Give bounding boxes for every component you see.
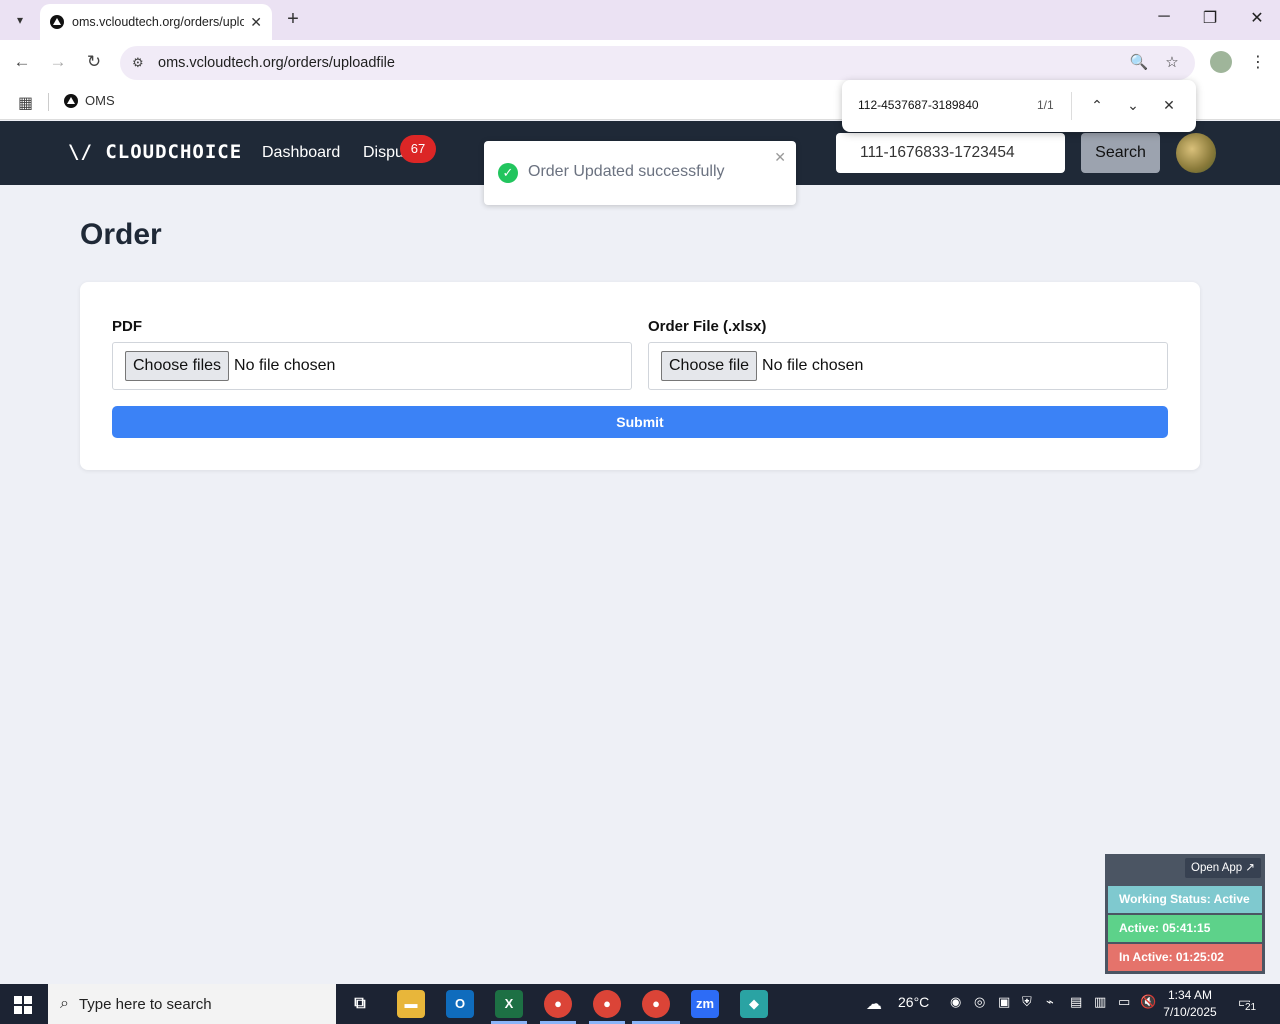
minimize-icon[interactable]: ─ — [1152, 8, 1176, 26]
pdf-choose-files-button[interactable]: Choose files — [125, 351, 230, 381]
outlook-icon[interactable]: O — [446, 990, 474, 1018]
tab-strip: ▾ oms.vcloudtech.org/orders/uplo ✕ + ─ ❐… — [0, 0, 1280, 40]
browser-toolbar: ← → ↻ ⚙ oms.vcloudtech.org/orders/upload… — [0, 40, 1280, 85]
user-avatar[interactable] — [1176, 133, 1216, 173]
chrome-profile-1-icon[interactable]: ● — [544, 990, 572, 1018]
browser-tab[interactable]: oms.vcloudtech.org/orders/uplo ✕ — [40, 4, 272, 40]
submit-button[interactable]: Submit — [112, 406, 1168, 438]
nav-disputes[interactable]: Dispu — [363, 144, 404, 162]
upload-card: PDF Choose files No file chosen Order Fi… — [80, 282, 1200, 470]
active-time: Active: 05:41:15 — [1108, 915, 1262, 942]
chrome-active-icon[interactable]: ● — [642, 990, 670, 1018]
open-app-button[interactable]: Open App ↗ — [1185, 858, 1261, 878]
order-choose-file-button[interactable]: Choose file — [661, 351, 758, 381]
task-view-icon[interactable]: ⧉ — [346, 990, 374, 1018]
clock-time: 1:34 AM — [1167, 988, 1213, 1002]
find-in-page-icon[interactable]: 🔍 — [1128, 52, 1150, 74]
windows-start-icon[interactable] — [14, 996, 32, 1014]
chrome-profile-2-icon[interactable]: ● — [593, 990, 621, 1018]
tab-search-icon[interactable]: ▾ — [8, 8, 32, 32]
find-next-icon[interactable]: ⌄ — [1122, 94, 1144, 116]
tray-network-shield-icon[interactable]: ⛨ — [1022, 994, 1032, 1010]
page-title: Order — [80, 218, 162, 251]
profile-avatar[interactable] — [1210, 51, 1232, 73]
new-tab-icon[interactable]: + — [282, 8, 304, 30]
weather-icon[interactable]: ☁ — [866, 994, 882, 1014]
toast-message: Order Updated successfully — [528, 163, 725, 180]
forward-icon[interactable]: → — [46, 50, 70, 74]
bookmark-label: OMS — [85, 93, 115, 108]
tray-chrome-icon[interactable]: ◉ — [950, 994, 961, 1010]
tray-zoom-icon[interactable]: ◎ — [974, 994, 985, 1010]
oms-favicon-icon — [64, 93, 78, 108]
find-close-icon[interactable]: ✕ — [1158, 94, 1180, 116]
bookmark-divider — [48, 93, 49, 111]
order-file-status: No file chosen — [762, 357, 864, 374]
order-file-input[interactable]: Choose file No file chosen — [648, 342, 1168, 390]
tray-outlook-icon[interactable]: ▣ — [998, 994, 1010, 1010]
inactive-time: In Active: 01:25:02 — [1108, 944, 1262, 971]
close-tab-icon[interactable]: ✕ — [250, 14, 262, 31]
nav-dashboard[interactable]: Dashboard — [262, 144, 340, 162]
pdf-label: PDF — [112, 318, 142, 335]
success-toast: ✓ Order Updated successfully ✕ — [484, 141, 796, 205]
zoom-icon[interactable]: zm — [691, 990, 719, 1018]
back-icon[interactable]: ← — [10, 50, 34, 74]
system-clock[interactable]: 1:34 AM 7/10/2025 — [1160, 987, 1220, 1021]
site-info-icon[interactable]: ⚙ — [132, 55, 150, 71]
tray-app-icon[interactable]: ▥ — [1094, 994, 1106, 1010]
clock-date: 7/10/2025 — [1163, 1005, 1217, 1019]
tray-vpn-icon[interactable]: ▤ — [1070, 994, 1082, 1010]
order-file-label: Order File (.xlsx) — [648, 318, 767, 335]
pdf-file-input[interactable]: Choose files No file chosen — [112, 342, 632, 390]
tab-title: oms.vcloudtech.org/orders/uplo — [72, 15, 245, 29]
weather-temp[interactable]: 26°C — [898, 994, 929, 1010]
tab-favicon-icon — [50, 15, 64, 29]
time-tracker-widget: Open App ↗ Working Status: Active Active… — [1105, 854, 1265, 974]
restore-icon[interactable]: ❐ — [1198, 8, 1222, 28]
find-query[interactable]: 112-4537687-3189840 — [858, 98, 979, 112]
taskbar-search[interactable]: ⌕ Type here to search — [48, 984, 336, 1024]
cloudchoice-logo[interactable]: \/ CLOUDCHOICE — [68, 141, 242, 163]
check-circle-icon: ✓ — [498, 163, 518, 183]
disputes-count-badge: 67 — [400, 135, 436, 163]
order-search-input[interactable] — [836, 133, 1065, 173]
tray-volume-icon[interactable]: 🔇 — [1140, 994, 1156, 1010]
tray-network-icon[interactable]: ▭ — [1118, 994, 1130, 1010]
notification-center-icon[interactable]: ▭21 — [1238, 994, 1258, 1013]
toast-close-icon[interactable]: ✕ — [774, 149, 786, 166]
search-icon: ⌕ — [60, 995, 69, 1012]
address-bar[interactable]: ⚙ oms.vcloudtech.org/orders/uploadfile — [120, 46, 1195, 80]
notification-count: 21 — [1244, 1002, 1258, 1013]
excel-icon[interactable]: X — [495, 990, 523, 1018]
app-diamond-icon[interactable]: ◆ — [740, 990, 768, 1018]
apps-grid-icon[interactable]: ▦ — [18, 93, 33, 113]
url-text: oms.vcloudtech.org/orders/uploadfile — [158, 55, 395, 71]
tray-wifi-off-icon[interactable]: ⌁ — [1046, 994, 1054, 1010]
bookmark-star-icon[interactable]: ☆ — [1161, 52, 1183, 74]
taskbar-search-placeholder: Type here to search — [78, 995, 212, 1013]
windows-taskbar: ⌕ Type here to search ⧉ ▬ O X ● ● ● zm ◆… — [0, 984, 1280, 1024]
pdf-file-status: No file chosen — [234, 357, 336, 374]
find-previous-icon[interactable]: ⌃ — [1086, 94, 1108, 116]
file-explorer-icon[interactable]: ▬ — [397, 990, 425, 1018]
close-window-icon[interactable]: ✕ — [1245, 8, 1269, 28]
find-count: 1/1 — [1037, 98, 1054, 112]
find-divider — [1071, 92, 1072, 120]
find-bar: 112-4537687-3189840 1/1 ⌃ ⌄ ✕ — [842, 80, 1196, 132]
search-button[interactable]: Search — [1081, 133, 1160, 173]
reload-icon[interactable]: ↻ — [82, 50, 106, 74]
working-status: Working Status: Active — [1108, 886, 1262, 913]
browser-menu-icon[interactable]: ⋮ — [1250, 52, 1266, 72]
bookmark-oms[interactable]: OMS — [64, 93, 115, 108]
